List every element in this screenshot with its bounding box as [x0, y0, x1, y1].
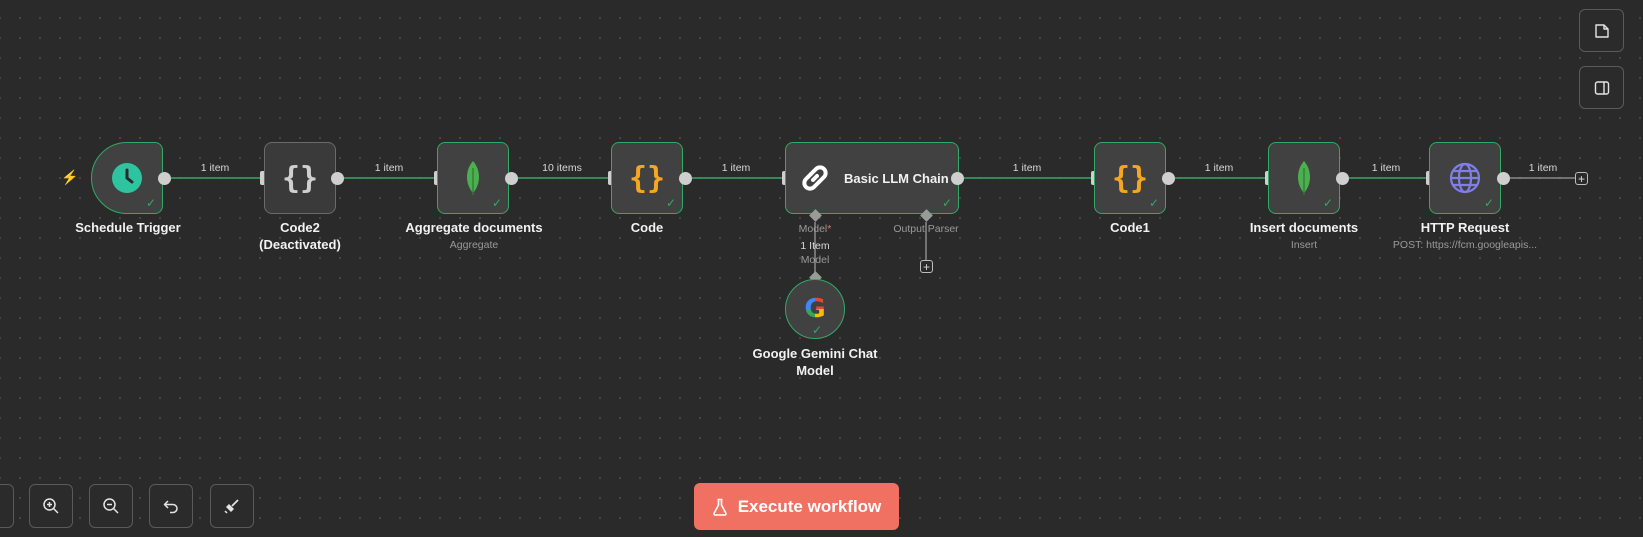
- zoom-out-button[interactable]: [89, 484, 133, 528]
- clock-icon: [112, 163, 142, 193]
- add-node-button[interactable]: +: [1575, 172, 1588, 185]
- undo-button[interactable]: [149, 484, 193, 528]
- node-label: Code2 (Deactivated): [259, 220, 341, 252]
- success-check-icon: ✓: [811, 323, 822, 337]
- output-handle[interactable]: [158, 172, 171, 185]
- node-label: Code: [630, 220, 664, 235]
- node-inline-title: Basic LLM Chain: [844, 170, 949, 186]
- edge-item-count: 1 item: [1528, 162, 1558, 174]
- edge-item-count: 1 item: [200, 162, 230, 174]
- flask-icon: [712, 498, 727, 516]
- broom-icon: [224, 499, 239, 514]
- connections-layer: [164, 177, 1575, 277]
- code-braces-icon: {}: [281, 160, 319, 196]
- execute-workflow-label: Execute workflow: [737, 496, 882, 516]
- success-check-icon: ✓: [491, 196, 502, 210]
- code-braces-icon: {}: [1111, 160, 1149, 196]
- globe-icon: [1449, 162, 1481, 194]
- execute-workflow-button[interactable]: Execute workflow: [694, 483, 899, 530]
- edge-item-count: 1 item: [1204, 162, 1234, 174]
- node-label: Insert documents: [1249, 220, 1359, 235]
- undo-icon: [163, 500, 178, 514]
- edge-item-count: 1 item: [374, 162, 404, 174]
- link-chain-icon: [802, 165, 828, 191]
- node-label: Aggregate documents: [405, 220, 543, 235]
- zoom-in-icon: [43, 498, 59, 514]
- output-handle[interactable]: [1336, 172, 1349, 185]
- success-check-icon: ✓: [145, 196, 156, 210]
- edge-count-label: 1 Item: [800, 240, 830, 252]
- success-check-icon: ✓: [1322, 196, 1333, 210]
- output-parser-label: Output Parser: [893, 223, 959, 235]
- node-schedule-trigger[interactable]: ✓: [91, 142, 163, 214]
- node-label: HTTP Request: [1420, 220, 1510, 235]
- node-label: Google Gemini Chat Model: [752, 346, 878, 378]
- mongodb-leaf-icon: [467, 161, 479, 195]
- edge-item-count: 10 items: [542, 162, 582, 174]
- zoom-in-button[interactable]: [29, 484, 73, 528]
- output-handle[interactable]: [331, 172, 344, 185]
- output-handle[interactable]: [505, 172, 518, 185]
- edge-type-label: Model: [800, 254, 830, 266]
- node-code2[interactable]: {}: [264, 142, 336, 214]
- workflow-canvas[interactable]: ⚡ ✓ Schedule Trigger {} Code2 (Deactivat…: [0, 0, 1643, 537]
- success-check-icon: ✓: [1148, 196, 1159, 210]
- zoom-out-icon: [103, 498, 119, 514]
- node-google-gemini-chat-model[interactable]: G ✓: [785, 279, 845, 339]
- output-handle[interactable]: [1497, 172, 1510, 185]
- node-aggregate-documents[interactable]: ✓: [437, 142, 509, 214]
- node-code[interactable]: {} ✓: [611, 142, 683, 214]
- success-check-icon: ✓: [941, 196, 952, 210]
- node-basic-llm-chain[interactable]: Basic LLM Chain ✓: [785, 142, 959, 214]
- trigger-bolt-icon: ⚡: [61, 169, 79, 185]
- mongodb-leaf-icon: [1298, 161, 1310, 195]
- toggle-panel-button[interactable]: [1579, 66, 1624, 109]
- node-subtitle: Insert: [1290, 239, 1318, 251]
- success-check-icon: ✓: [1483, 196, 1494, 210]
- node-insert-documents[interactable]: ✓: [1268, 142, 1340, 214]
- code-braces-icon: {}: [628, 160, 666, 196]
- node-label: Schedule Trigger: [75, 220, 181, 235]
- edge-item-count: 1 item: [721, 162, 751, 174]
- node-subtitle: Aggregate: [449, 239, 499, 251]
- panel-right-icon: [1594, 80, 1609, 95]
- node-code1[interactable]: {} ✓: [1094, 142, 1166, 214]
- output-handle[interactable]: [679, 172, 692, 185]
- node-label: Code1: [1110, 220, 1150, 235]
- fit-view-button[interactable]: [0, 484, 14, 528]
- google-g-icon: G: [804, 294, 826, 324]
- node-subtitle: POST: https://fcm.googleapis...: [1392, 239, 1538, 251]
- output-handle[interactable]: [951, 172, 964, 185]
- tidy-up-button[interactable]: [210, 484, 254, 528]
- edge-item-count: 1 item: [1012, 162, 1042, 174]
- sticky-note-button[interactable]: [1579, 9, 1624, 52]
- note-icon: [1594, 23, 1609, 38]
- success-check-icon: ✓: [665, 196, 676, 210]
- output-handle[interactable]: [1162, 172, 1175, 185]
- edge-item-count: 1 item: [1371, 162, 1401, 174]
- add-output-parser-button[interactable]: +: [920, 260, 933, 273]
- node-http-request[interactable]: ✓: [1429, 142, 1501, 214]
- model-port-label: Model*: [798, 223, 832, 235]
